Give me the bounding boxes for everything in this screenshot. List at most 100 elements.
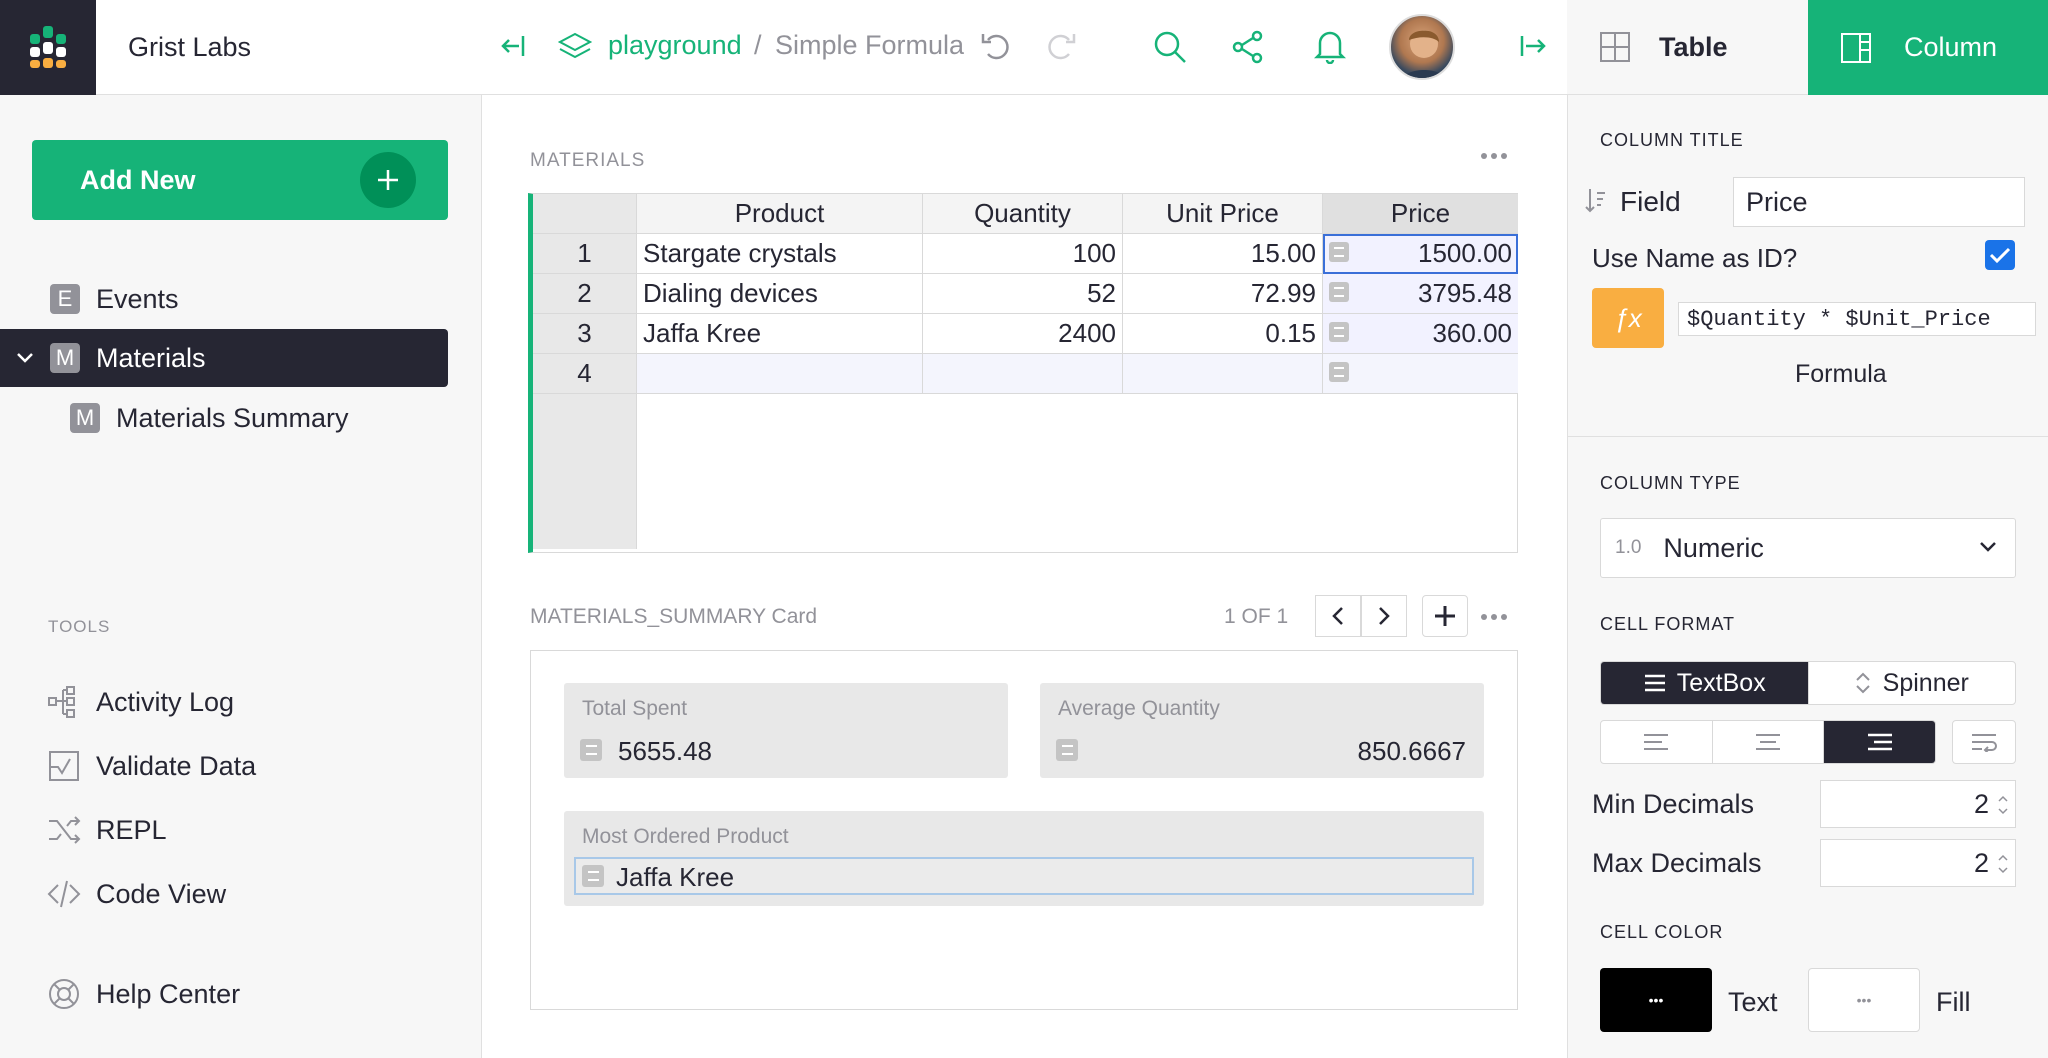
cell-quantity[interactable]	[923, 354, 1123, 394]
add-new-button[interactable]: Add New	[32, 140, 448, 220]
column-type-select[interactable]: 1.0 Numeric	[1600, 518, 2016, 578]
column-header-quantity[interactable]: Quantity	[923, 194, 1123, 234]
cell-product[interactable]: Jaffa Kree	[637, 314, 923, 354]
cell-unit-price[interactable]: 15.00	[1123, 234, 1323, 274]
lifebuoy-icon	[44, 974, 84, 1014]
column-header-product[interactable]: Product	[637, 194, 923, 234]
cell-product[interactable]	[637, 354, 923, 394]
add-record-button[interactable]	[1422, 595, 1468, 637]
chevron-down-icon[interactable]	[16, 352, 34, 364]
align-left-option[interactable]	[1601, 721, 1713, 763]
chevron-down-icon	[1979, 541, 1997, 553]
materials-grid[interactable]: Product Quantity Unit Price Price 1 Star…	[528, 193, 1518, 553]
table-row[interactable]: 1 Stargate crystals 100 15.00 1500.00	[533, 234, 1518, 274]
use-name-as-id-checkbox[interactable]	[1985, 240, 2015, 270]
breadcrumb-page[interactable]: Simple Formula	[775, 30, 964, 61]
page-item-materials[interactable]: M Materials	[0, 329, 448, 387]
spinner-option[interactable]: Spinner	[1809, 662, 2016, 704]
org-name[interactable]: Grist Labs	[96, 0, 482, 95]
grist-logo[interactable]	[0, 0, 96, 95]
textbox-option[interactable]: TextBox	[1601, 662, 1809, 704]
spinner-icon	[1855, 671, 1871, 695]
prev-record-button[interactable]	[1315, 595, 1361, 637]
wrap-toggle[interactable]	[1952, 720, 2016, 764]
tool-label: Code View	[96, 878, 227, 909]
fill-color-button[interactable]: •••	[1808, 968, 1920, 1032]
field-total-spent[interactable]: Total Spent 5655.48	[564, 683, 1008, 778]
align-center-option[interactable]	[1713, 721, 1825, 763]
align-right-option[interactable]	[1824, 721, 1935, 763]
tab-column[interactable]: Column	[1808, 0, 2048, 95]
column-header-price[interactable]: Price	[1323, 194, 1518, 234]
search-icon[interactable]	[1153, 30, 1187, 64]
tool-label: Activity Log	[96, 686, 235, 717]
user-avatar[interactable]	[1389, 14, 1455, 80]
tool-help-center[interactable]: Help Center	[44, 964, 240, 1024]
table-row-new[interactable]: 4	[533, 354, 1518, 394]
field-value-box[interactable]: Jaffa Kree	[574, 857, 1474, 895]
widget-toggle[interactable]: TextBox Spinner	[1600, 661, 2016, 705]
field-average-quantity[interactable]: Average Quantity 850.6667	[1040, 683, 1484, 778]
use-name-as-id-label: Use Name as ID?	[1592, 243, 1798, 273]
cell-price[interactable]: 1500.00	[1323, 234, 1518, 274]
breadcrumb-doc[interactable]: playground	[608, 30, 742, 61]
tool-code-view[interactable]: Code View	[44, 864, 226, 924]
stepper-icon[interactable]	[1997, 852, 2009, 876]
alignment-toggle[interactable]	[1600, 720, 1936, 764]
formula-fx-button[interactable]: ƒx	[1592, 288, 1664, 348]
stepper-icon[interactable]	[1997, 793, 2009, 817]
card-menu-icon[interactable]	[1480, 611, 1508, 623]
max-decimals-input[interactable]: 2	[1820, 839, 2016, 887]
collapse-right-icon[interactable]	[1518, 32, 1548, 60]
next-record-button[interactable]	[1361, 595, 1407, 637]
tab-table[interactable]: Table	[1567, 0, 1808, 95]
row-number[interactable]: 4	[533, 354, 637, 394]
cell-quantity[interactable]: 100	[923, 234, 1123, 274]
undo-icon[interactable]	[980, 30, 1012, 62]
table-row[interactable]: 2 Dialing devices 52 72.99 3795.48	[533, 274, 1518, 314]
column-label-input[interactable]: Price	[1733, 177, 2025, 227]
page-item-events[interactable]: E Events	[0, 270, 448, 328]
cell-price-value: 1500.00	[1418, 238, 1512, 268]
row-number[interactable]: 3	[533, 314, 637, 354]
column-header-unit-price[interactable]: Unit Price	[1123, 194, 1323, 234]
row-number[interactable]: 2	[533, 274, 637, 314]
bell-icon[interactable]	[1314, 28, 1346, 64]
code-icon	[44, 874, 84, 914]
cell-price[interactable]	[1323, 354, 1518, 394]
field-most-ordered-product[interactable]: Most Ordered Product Jaffa Kree	[564, 811, 1484, 906]
fx-icon: ƒx	[1614, 302, 1642, 333]
row-number-header[interactable]	[533, 194, 637, 234]
cell-unit-price[interactable]: 72.99	[1123, 274, 1323, 314]
page-item-materials-summary[interactable]: M Materials Summary	[0, 389, 448, 447]
wrap-option[interactable]	[1953, 721, 2015, 763]
max-decimals-value: 2	[1973, 847, 1989, 878]
share-icon[interactable]	[1232, 30, 1264, 64]
redo-icon[interactable]	[1045, 30, 1077, 62]
cell-format-heading: CELL FORMAT	[1600, 614, 1736, 634]
cell-quantity[interactable]: 2400	[923, 314, 1123, 354]
align-right-icon	[1866, 732, 1894, 752]
tool-validate-data[interactable]: Validate Data	[44, 736, 256, 796]
cell-unit-price[interactable]: 0.15	[1123, 314, 1323, 354]
checkmark-icon	[1989, 246, 2011, 264]
min-decimals-input[interactable]: 2	[1820, 780, 2016, 828]
cell-product[interactable]: Dialing devices	[637, 274, 923, 314]
section-menu-icon[interactable]	[1480, 150, 1508, 162]
table-row[interactable]: 3 Jaffa Kree 2400 0.15 360.00	[533, 314, 1518, 354]
cell-product[interactable]: Stargate crystals	[637, 234, 923, 274]
collapse-left-icon[interactable]	[500, 32, 528, 60]
cell-unit-price[interactable]	[1123, 354, 1323, 394]
tool-activity-log[interactable]: Activity Log	[44, 672, 234, 732]
tool-repl[interactable]: REPL	[44, 800, 167, 860]
text-color-button[interactable]: •••	[1600, 968, 1712, 1032]
cell-price[interactable]: 360.00	[1323, 314, 1518, 354]
field-label: Most Ordered Product	[582, 825, 789, 848]
cell-quantity[interactable]: 52	[923, 274, 1123, 314]
formula-input[interactable]: $Quantity * $Unit_Price	[1678, 302, 2036, 336]
min-decimals-label: Min Decimals	[1592, 789, 1755, 819]
column-title-heading: COLUMN TITLE	[1600, 130, 1744, 150]
page-label: Events	[96, 283, 179, 314]
row-number[interactable]: 1	[533, 234, 637, 274]
cell-price[interactable]: 3795.48	[1323, 274, 1518, 314]
